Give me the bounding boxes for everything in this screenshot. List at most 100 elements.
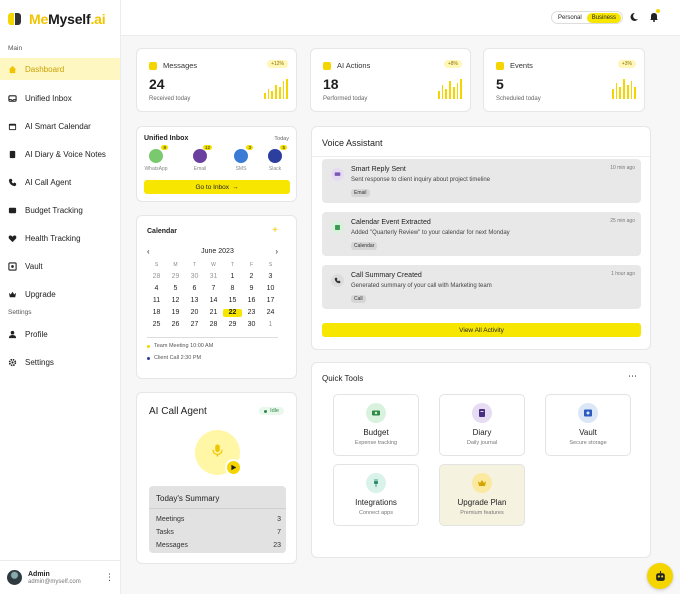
view-all-activity-button[interactable]: View All Activity <box>322 323 641 337</box>
calendar-day[interactable]: 16 <box>242 297 261 305</box>
brand-logo[interactable]: MeMyself.ai <box>8 11 106 27</box>
mode-toggle[interactable]: Personal Business <box>551 11 624 24</box>
tool-upgrade-plan[interactable]: Upgrade Plan Premium features <box>439 464 525 526</box>
sidebar-item-settings[interactable]: Settings <box>0 351 120 373</box>
user-profile[interactable]: Admin admin@myself.com ⋮ <box>0 560 120 594</box>
calendar-day[interactable]: 23 <box>242 309 261 317</box>
calendar-day[interactable]: 2 <box>242 273 261 281</box>
sidebar-item-profile[interactable]: Profile <box>0 323 120 345</box>
stat-card-messages[interactable]: Messages +12% 24 Received today <box>136 48 297 112</box>
calendar-day[interactable]: 5 <box>166 285 185 293</box>
crown-icon <box>472 473 492 493</box>
calendar-day[interactable]: 4 <box>147 285 166 293</box>
calendar-day[interactable]: 10 <box>261 285 280 293</box>
channel-email[interactable]: 12 Email <box>185 145 215 172</box>
go-to-inbox-button[interactable]: Go to Inbox → <box>144 180 290 194</box>
sparkline <box>264 79 289 99</box>
calendar-day[interactable]: 7 <box>204 285 223 293</box>
summary-row-meetings: Meetings 3 <box>156 516 281 523</box>
topbar: Personal Business <box>121 0 680 36</box>
calendar-day[interactable]: 29 <box>166 273 185 281</box>
calendar-weekday: W <box>211 262 216 268</box>
calendar-event[interactable]: Team Meeting 10:00 AM <box>147 343 213 349</box>
calendar-day[interactable]: 24 <box>261 309 280 317</box>
activity-item[interactable]: Calendar Event Extracted Added "Quarterl… <box>322 212 641 256</box>
sidebar-item-dashboard[interactable]: Dashboard <box>0 58 120 80</box>
next-month-icon[interactable]: › <box>275 247 278 256</box>
add-event-icon[interactable]: + <box>272 225 278 236</box>
assistant-fab[interactable] <box>647 563 673 589</box>
call-agent-card: AI Call Agent Idle Today's Summary Meeti… <box>136 392 297 564</box>
quick-tools-card: Quick Tools ⋯ Budget Expense tracking Di… <box>311 362 651 558</box>
calendar-day[interactable]: 13 <box>185 297 204 305</box>
calendar-day[interactable]: 19 <box>166 309 185 317</box>
microphone-icon <box>212 444 223 457</box>
slack-icon: 5 <box>268 145 287 163</box>
sidebar-item-vault[interactable]: Vault <box>0 255 120 277</box>
tool-diary[interactable]: Diary Daily journal <box>439 394 525 456</box>
calendar-day[interactable]: 21 <box>204 309 223 317</box>
channel-sms[interactable]: 3 SMS <box>226 145 256 172</box>
mode-personal[interactable]: Personal <box>553 13 587 23</box>
activity-item[interactable]: Smart Reply Sent Sent response to client… <box>322 159 641 203</box>
calendar-day[interactable]: 28 <box>147 273 166 281</box>
calendar-weekday: T <box>192 262 197 268</box>
calendar-grid: S M T W T F S 28 29 30 31 1 2 3 4 5 6 7 8 9 10 11 12 13 14 15 16 17… <box>147 261 287 329</box>
calendar-day[interactable]: 1 <box>261 321 280 329</box>
calendar-weekday: M <box>173 262 178 268</box>
calendar-month: June 2023 <box>201 248 234 255</box>
stat-label: Messages <box>163 61 198 70</box>
tool-budget[interactable]: Budget Expense tracking <box>333 394 419 456</box>
sidebar-item-label: Vault <box>25 261 43 271</box>
calendar-day[interactable]: 11 <box>147 297 166 305</box>
home-icon <box>8 65 17 74</box>
calendar-day[interactable]: 18 <box>147 309 166 317</box>
calendar-day[interactable]: 29 <box>223 321 242 329</box>
calendar-day[interactable]: 14 <box>204 297 223 305</box>
calendar-day[interactable]: 9 <box>242 285 261 293</box>
calendar-event[interactable]: Client Call 2:30 PM <box>147 355 201 361</box>
voice-orb[interactable] <box>195 430 242 476</box>
sidebar-item-health[interactable]: Health Tracking <box>0 227 120 249</box>
tool-vault[interactable]: Vault Secure storage <box>545 394 631 456</box>
calendar-day[interactable]: 28 <box>204 321 223 329</box>
sidebar-item-smart-calendar[interactable]: AI Smart Calendar <box>0 115 120 137</box>
channel-slack[interactable]: 5 Slack <box>260 145 290 172</box>
sidebar-item-call-agent[interactable]: AI Call Agent <box>0 171 120 193</box>
stat-card-events[interactable]: Events +3% 5 Scheduled today <box>483 48 645 112</box>
channel-whatsapp[interactable]: 8 WhatsApp <box>141 145 171 172</box>
sidebar-item-diary[interactable]: AI Diary & Voice Notes <box>0 143 120 165</box>
calendar-day[interactable]: 20 <box>185 309 204 317</box>
calendar-day[interactable]: 6 <box>185 285 204 293</box>
calendar-day[interactable]: 12 <box>166 297 185 305</box>
stat-card-ai-actions[interactable]: AI Actions +8% 18 Performed today <box>310 48 471 112</box>
sidebar-item-budget[interactable]: Budget Tracking <box>0 199 120 221</box>
calendar-day[interactable]: 30 <box>185 273 204 281</box>
stat-sub: Received today <box>149 96 191 102</box>
mode-business[interactable]: Business <box>586 12 622 23</box>
logo-mark-icon <box>8 11 24 27</box>
calendar-day[interactable]: 22 <box>223 309 242 317</box>
sidebar: MeMyself.ai Main Dashboard Unified Inbox… <box>0 0 121 594</box>
activity-tag: Call <box>351 295 366 303</box>
tool-integrations[interactable]: Integrations Connect apps <box>333 464 419 526</box>
calendar-day[interactable]: 25 <box>147 321 166 329</box>
calendar-day[interactable]: 26 <box>166 321 185 329</box>
calendar-day[interactable]: 27 <box>185 321 204 329</box>
calendar-day[interactable]: 3 <box>261 273 280 281</box>
calendar-day[interactable]: 1 <box>223 273 242 281</box>
vault-icon <box>578 403 598 423</box>
message-icon <box>149 61 157 70</box>
sidebar-item-upgrade[interactable]: Upgrade <box>0 283 120 305</box>
calendar-day[interactable]: 30 <box>242 321 261 329</box>
moon-icon[interactable] <box>629 12 639 22</box>
sidebar-item-unified-inbox[interactable]: Unified Inbox <box>0 87 120 109</box>
play-button[interactable] <box>225 459 242 476</box>
more-vertical-icon[interactable]: ⋮ <box>105 572 114 583</box>
calendar-day[interactable]: 8 <box>223 285 242 293</box>
more-horizontal-icon[interactable]: ⋯ <box>628 371 638 382</box>
calendar-day[interactable]: 31 <box>204 273 223 281</box>
calendar-day[interactable]: 15 <box>223 297 242 305</box>
calendar-day[interactable]: 17 <box>261 297 280 305</box>
activity-item[interactable]: Call Summary Created Generated summary o… <box>322 265 641 309</box>
